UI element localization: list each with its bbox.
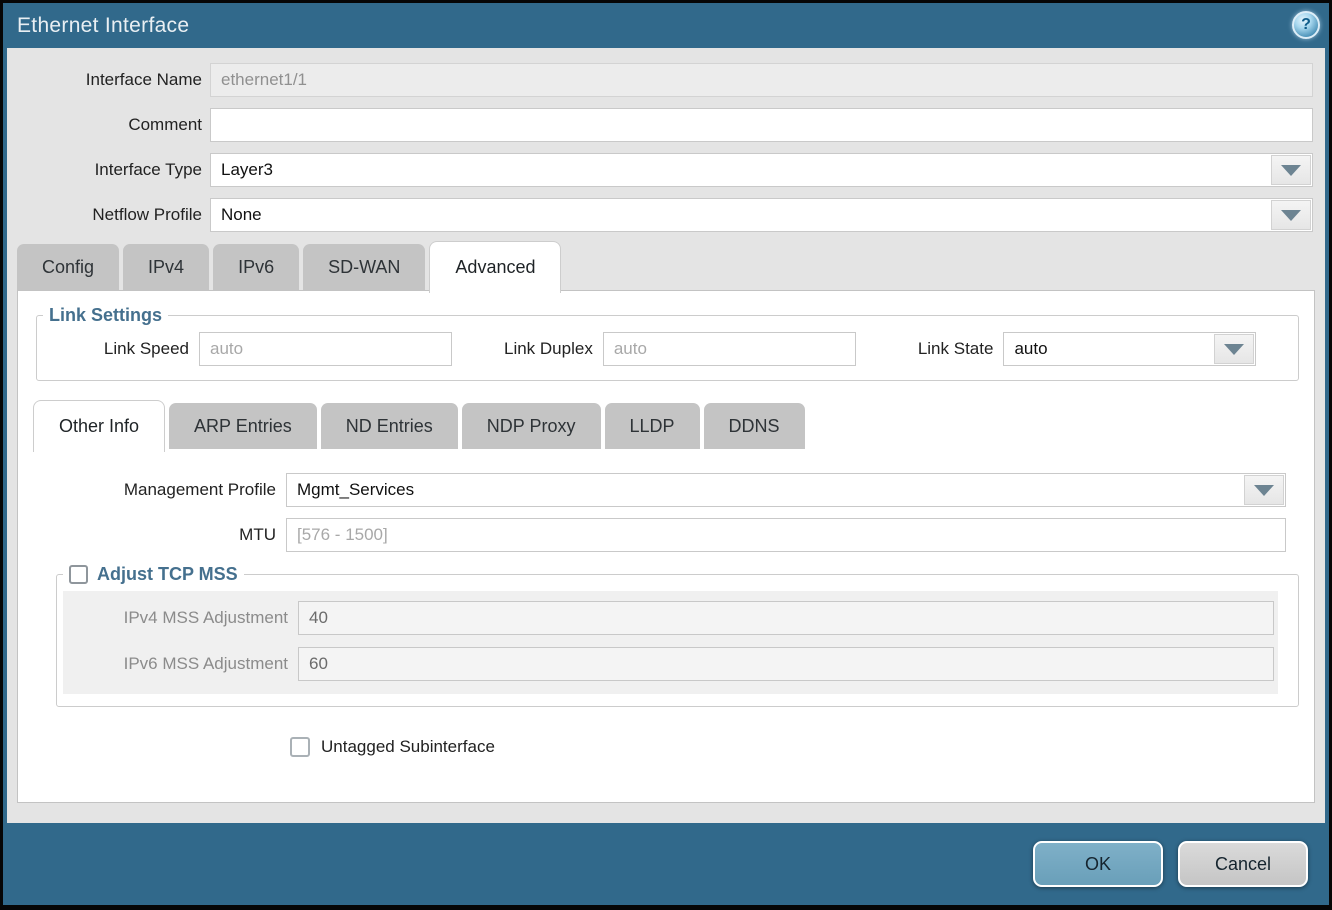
tab-ipv6[interactable]: IPv6 xyxy=(213,244,299,290)
untagged-subinterface-row: Untagged Subinterface xyxy=(290,737,1314,757)
netflow-profile-row: Netflow Profile None xyxy=(7,198,1325,232)
ipv4-mss-input xyxy=(298,601,1274,635)
ok-button[interactable]: OK xyxy=(1033,841,1163,887)
interface-type-label: Interface Type xyxy=(7,160,202,180)
netflow-profile-label: Netflow Profile xyxy=(7,205,202,225)
comment-row: Comment xyxy=(7,108,1325,142)
adjust-tcp-mss-group: Adjust TCP MSS IPv4 MSS Adjustment IPv6 … xyxy=(56,564,1299,707)
link-state-dropdown-button[interactable] xyxy=(1214,334,1254,364)
interface-name-row: Interface Name xyxy=(7,63,1325,97)
tab-ndp-proxy[interactable]: NDP Proxy xyxy=(462,403,601,449)
chevron-down-icon xyxy=(1254,485,1274,496)
mss-disabled-panel: IPv4 MSS Adjustment IPv6 MSS Adjustment xyxy=(63,591,1278,694)
tab-lldp[interactable]: LLDP xyxy=(605,403,700,449)
mtu-label: MTU xyxy=(18,525,276,545)
management-profile-row: Management Profile Mgmt_Services xyxy=(18,473,1314,507)
tab-nd-entries[interactable]: ND Entries xyxy=(321,403,458,449)
link-state-select[interactable]: auto xyxy=(1003,332,1256,366)
netflow-profile-dropdown-button[interactable] xyxy=(1271,200,1311,230)
interface-name-label: Interface Name xyxy=(7,70,202,90)
interface-type-row: Interface Type Layer3 xyxy=(7,153,1325,187)
help-icon[interactable]: ? xyxy=(1292,11,1320,39)
tab-ipv4[interactable]: IPv4 xyxy=(123,244,209,290)
cancel-button[interactable]: Cancel xyxy=(1178,841,1308,887)
untagged-subinterface-label: Untagged Subinterface xyxy=(321,737,495,757)
interface-name-input xyxy=(210,63,1313,97)
management-profile-select[interactable]: Mgmt_Services xyxy=(286,473,1286,507)
ipv6-mss-input xyxy=(298,647,1274,681)
interface-type-dropdown-button[interactable] xyxy=(1271,155,1311,185)
chevron-down-icon xyxy=(1224,344,1244,355)
ethernet-interface-dialog: Ethernet Interface ? Interface Name Comm… xyxy=(0,0,1332,910)
sub-tab-bar: Other Info ARP Entries ND Entries NDP Pr… xyxy=(33,402,1314,449)
link-state-label: Link State xyxy=(918,339,994,359)
dialog-title: Ethernet Interface xyxy=(3,14,189,38)
tab-other-info[interactable]: Other Info xyxy=(33,400,165,452)
management-profile-label: Management Profile xyxy=(18,480,276,500)
dialog-body: Interface Name Comment Interface Type La… xyxy=(7,48,1325,823)
main-tab-bar: Config IPv4 IPv6 SD-WAN Advanced xyxy=(17,243,1325,290)
tab-arp-entries[interactable]: ARP Entries xyxy=(169,403,317,449)
link-settings-group: Link Settings Link Speed Link Duplex Lin… xyxy=(36,305,1299,381)
tab-sd-wan[interactable]: SD-WAN xyxy=(303,244,425,290)
ipv4-mss-label: IPv4 MSS Adjustment xyxy=(63,608,288,628)
management-profile-value: Mgmt_Services xyxy=(287,480,414,500)
ipv4-mss-row: IPv4 MSS Adjustment xyxy=(63,601,1278,635)
dialog-titlebar: Ethernet Interface ? xyxy=(3,3,1329,48)
interface-type-select[interactable]: Layer3 xyxy=(210,153,1313,187)
link-speed-label: Link Speed xyxy=(37,339,189,359)
netflow-profile-select[interactable]: None xyxy=(210,198,1313,232)
untagged-subinterface-checkbox[interactable] xyxy=(290,737,310,757)
netflow-profile-value: None xyxy=(211,205,262,225)
link-duplex-input[interactable] xyxy=(603,332,856,366)
ipv6-mss-row: IPv6 MSS Adjustment xyxy=(63,647,1278,681)
comment-input[interactable] xyxy=(210,108,1313,142)
adjust-tcp-mss-checkbox[interactable] xyxy=(69,565,88,584)
interface-type-value: Layer3 xyxy=(211,160,273,180)
adjust-tcp-mss-legend: Adjust TCP MSS xyxy=(97,564,238,585)
link-duplex-label: Link Duplex xyxy=(504,339,593,359)
link-settings-legend: Link Settings xyxy=(43,305,168,326)
link-state-value: auto xyxy=(1004,339,1047,359)
mtu-input[interactable] xyxy=(286,518,1286,552)
management-profile-dropdown-button[interactable] xyxy=(1244,475,1284,505)
advanced-tab-panel: Link Settings Link Speed Link Duplex Lin… xyxy=(17,290,1315,803)
tab-ddns[interactable]: DDNS xyxy=(704,403,805,449)
tab-advanced[interactable]: Advanced xyxy=(429,241,561,293)
chevron-down-icon xyxy=(1281,210,1301,221)
comment-label: Comment xyxy=(7,115,202,135)
ipv6-mss-label: IPv6 MSS Adjustment xyxy=(63,654,288,674)
mtu-row: MTU xyxy=(18,518,1314,552)
tab-config[interactable]: Config xyxy=(17,244,119,290)
dialog-footer: OK Cancel xyxy=(3,823,1329,905)
chevron-down-icon xyxy=(1281,165,1301,176)
link-speed-input[interactable] xyxy=(199,332,452,366)
